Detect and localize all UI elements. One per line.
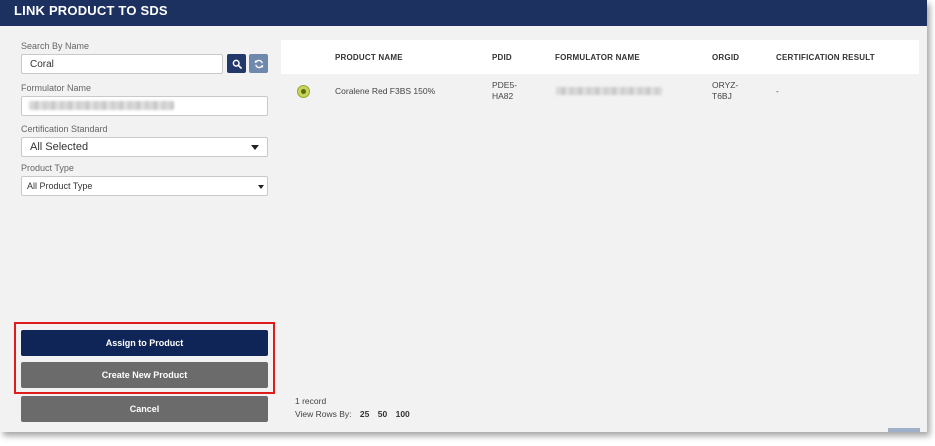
assign-to-product-button[interactable]: Assign to Product (21, 330, 268, 356)
search-by-name-input[interactable]: Coral (21, 54, 223, 74)
cell-pdid-line2: HA82 (492, 91, 514, 101)
view-rows-by: View Rows By: 25 50 100 (295, 409, 410, 419)
column-product-name[interactable]: PRODUCT NAME (335, 53, 403, 62)
rows-option-100[interactable]: 100 (396, 409, 410, 419)
certification-standard-label: Certification Standard (21, 124, 108, 134)
product-type-label: Product Type (21, 163, 74, 173)
redacted-formulator-value (29, 101, 174, 110)
product-type-select[interactable]: All Product Type (21, 176, 268, 196)
rows-option-50[interactable]: 50 (378, 409, 387, 419)
column-orgid[interactable]: ORGID (712, 53, 739, 62)
record-count: 1 record (295, 396, 327, 406)
results-table-header: PRODUCT NAME PDID FORMULATOR NAME ORGID … (281, 40, 919, 74)
chevron-down-icon (251, 145, 259, 150)
cell-orgid-line2: T6BJ (712, 91, 732, 101)
modal-title: LINK PRODUCT TO SDS (0, 0, 927, 26)
column-pdid[interactable]: PDID (492, 53, 512, 62)
column-formulator-name[interactable]: FORMULATOR NAME (555, 53, 640, 62)
cell-orgid-line1: ORYZ- (712, 80, 739, 90)
chevron-down-icon (258, 185, 264, 189)
search-button[interactable] (227, 54, 246, 73)
refresh-button[interactable] (249, 54, 268, 73)
rows-option-25[interactable]: 25 (360, 409, 369, 419)
magnifier-icon (232, 59, 242, 69)
search-by-name-label: Search By Name (21, 41, 90, 51)
cancel-button[interactable]: Cancel (21, 396, 268, 422)
row-select-radio[interactable] (297, 85, 310, 98)
cell-orgid: ORYZ- T6BJ (712, 80, 738, 102)
cell-pdid: PDE5- HA82 (492, 80, 517, 102)
formulator-name-label: Formulator Name (21, 83, 92, 93)
refresh-icon (254, 59, 263, 68)
certification-standard-select[interactable]: All Selected (21, 137, 268, 157)
radio-selected-dot (301, 89, 306, 94)
scroll-indicator (888, 428, 920, 432)
cell-pdid-line1: PDE5- (492, 80, 518, 90)
cell-certification-result: - (776, 86, 779, 96)
view-rows-label: View Rows By: (295, 409, 352, 419)
redacted-formulator-cell (556, 87, 662, 95)
column-certification-result[interactable]: CERTIFICATION RESULT (776, 53, 875, 62)
link-product-modal: LINK PRODUCT TO SDS Search By Name Coral… (0, 0, 927, 432)
cell-product-name: Coralene Red F3BS 150% (335, 86, 436, 96)
create-new-product-button[interactable]: Create New Product (21, 362, 268, 388)
